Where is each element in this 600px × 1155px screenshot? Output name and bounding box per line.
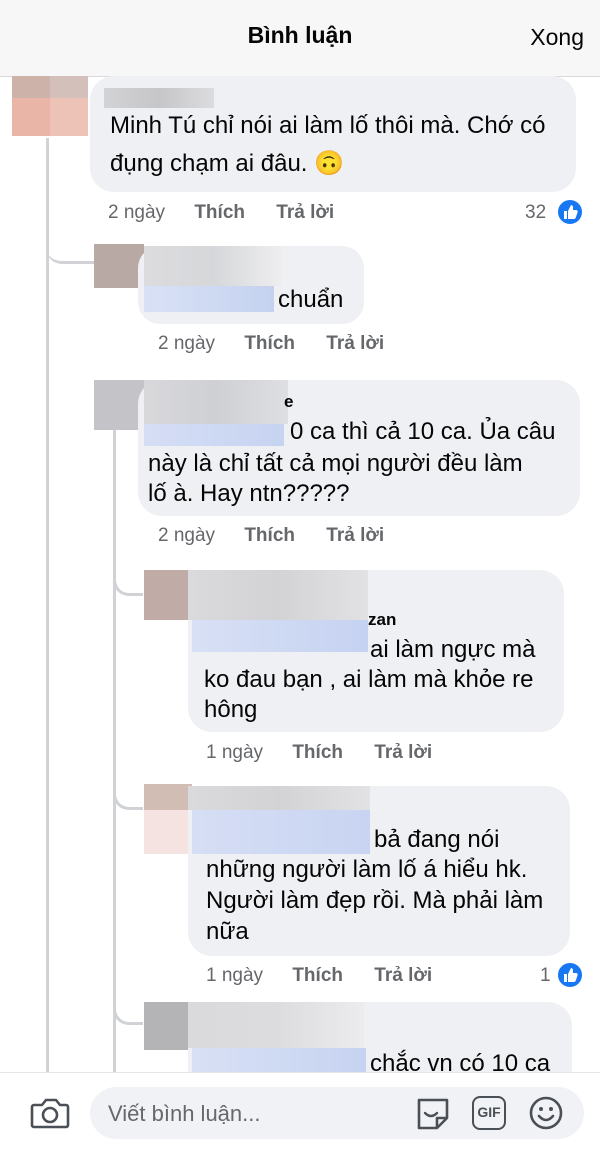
reaction-count[interactable]: 32: [525, 202, 546, 224]
author-name[interactable]: [144, 246, 282, 286]
reply-button[interactable]: Trả lời: [374, 742, 432, 764]
thread-connector: [46, 150, 94, 264]
comment-text: Người làm đẹp rồi. Mà phải làm: [206, 887, 544, 914]
like-button[interactable]: Thích: [244, 333, 295, 355]
comment-bubble[interactable]: e 0 ca thì cả 10 ca. Ủa câu này là chỉ t…: [138, 380, 580, 516]
comment-meta: 2 ngày Thích Trả lời: [108, 202, 334, 224]
comments-header: Bình luận Xong: [0, 0, 600, 77]
comment-bubble[interactable]: zan ai làm ngực mà ko đau bạn , ai làm m…: [188, 570, 564, 732]
done-button[interactable]: Xong: [530, 24, 584, 51]
like-button[interactable]: Thích: [292, 965, 343, 987]
comment-meta: 2 ngày Thích Trả lời: [158, 333, 384, 355]
comment-time: 1 ngày: [206, 965, 264, 986]
author-name-blur: [192, 1048, 366, 1074]
comment-text: này là chỉ tất cả mọi người đều làm: [148, 450, 523, 477]
comment-input-placeholder: Viết bình luận...: [108, 1101, 261, 1126]
author-name-partial: e: [284, 392, 294, 411]
comment-text: đụng chạm ai đâu. 🙃: [110, 150, 345, 177]
thread-line-main: [46, 138, 49, 1072]
comment-meta: 2 ngày Thích Trả lời: [158, 525, 384, 547]
comment-bubble[interactable]: bả đang nói những người làm lố á hiểu hk…: [188, 786, 570, 956]
author-name-blur: [144, 424, 284, 446]
gif-label: GIF: [477, 1104, 501, 1120]
comment-bubble[interactable]: Minh Tú chỉ nói ai làm lố thôi mà. Chớ c…: [90, 76, 576, 192]
avatar[interactable]: [144, 784, 192, 854]
reply-button[interactable]: Trả lời: [276, 202, 334, 224]
avatar[interactable]: [12, 76, 88, 136]
author-name[interactable]: [188, 786, 370, 810]
comment-composer: Viết bình luận... GIF: [0, 1072, 600, 1155]
reply-button[interactable]: Trả lời: [326, 525, 384, 547]
thread-connector: [113, 760, 143, 810]
comment-text: nữa: [206, 918, 249, 945]
author-name-blur: [192, 810, 370, 854]
gif-icon[interactable]: GIF: [472, 1096, 506, 1130]
emoji-icon[interactable]: [528, 1095, 564, 1131]
reply-button[interactable]: Trả lời: [374, 965, 432, 987]
comment-text: 0 ca thì cả 10 ca. Ủa câu: [290, 418, 556, 445]
author-name-blur: [144, 286, 274, 312]
author-name[interactable]: [104, 88, 214, 108]
comment-text: ko đau bạn , ai làm mà khỏe re: [204, 666, 534, 693]
avatar[interactable]: [94, 380, 144, 430]
like-icon: [556, 961, 584, 989]
camera-icon[interactable]: [30, 1095, 70, 1131]
author-name[interactable]: [188, 570, 368, 620]
comment-input[interactable]: Viết bình luận... GIF: [90, 1087, 584, 1139]
comment-time: 2 ngày: [108, 202, 166, 223]
reaction-count[interactable]: 1: [540, 965, 551, 987]
avatar[interactable]: [94, 244, 144, 288]
header-title: Bình luận: [247, 22, 353, 48]
thread-line-reply: [113, 412, 116, 1072]
comment-meta: 1 ngày Thích Trả lời: [206, 965, 432, 987]
author-name[interactable]: [144, 380, 288, 424]
thread-connector: [113, 540, 143, 596]
avatar[interactable]: [144, 1002, 192, 1050]
comment-time: 2 ngày: [158, 525, 216, 546]
comment-text: bả đang nói: [374, 826, 500, 853]
author-name-blur: [192, 620, 368, 652]
comment-text: những người làm lố á hiểu hk.: [206, 856, 528, 883]
thread-connector: [113, 985, 143, 1025]
like-button[interactable]: Thích: [194, 202, 245, 224]
like-icon: [556, 198, 584, 226]
comment-time: 1 ngày: [206, 742, 264, 763]
comment-text: lố à. Hay ntn?????: [148, 480, 350, 507]
comment-text: Minh Tú chỉ nói ai làm lố thôi mà. Chớ c…: [110, 112, 546, 139]
like-button[interactable]: Thích: [244, 525, 295, 547]
author-name[interactable]: [188, 1002, 364, 1048]
comment-text: ai làm ngực mà: [370, 636, 536, 663]
author-name-partial: zan: [368, 610, 397, 629]
comment-text: hông: [204, 696, 258, 723]
avatar[interactable]: [144, 570, 192, 620]
comment-bubble[interactable]: chuẩn: [138, 246, 364, 324]
sticker-icon[interactable]: [414, 1095, 452, 1131]
like-button[interactable]: Thích: [292, 742, 343, 764]
reply-button[interactable]: Trả lời: [326, 333, 384, 355]
comment-time: 2 ngày: [158, 333, 216, 354]
comment-text: chuẩn: [278, 286, 344, 313]
comment-meta: 1 ngày Thích Trả lời: [206, 742, 432, 764]
